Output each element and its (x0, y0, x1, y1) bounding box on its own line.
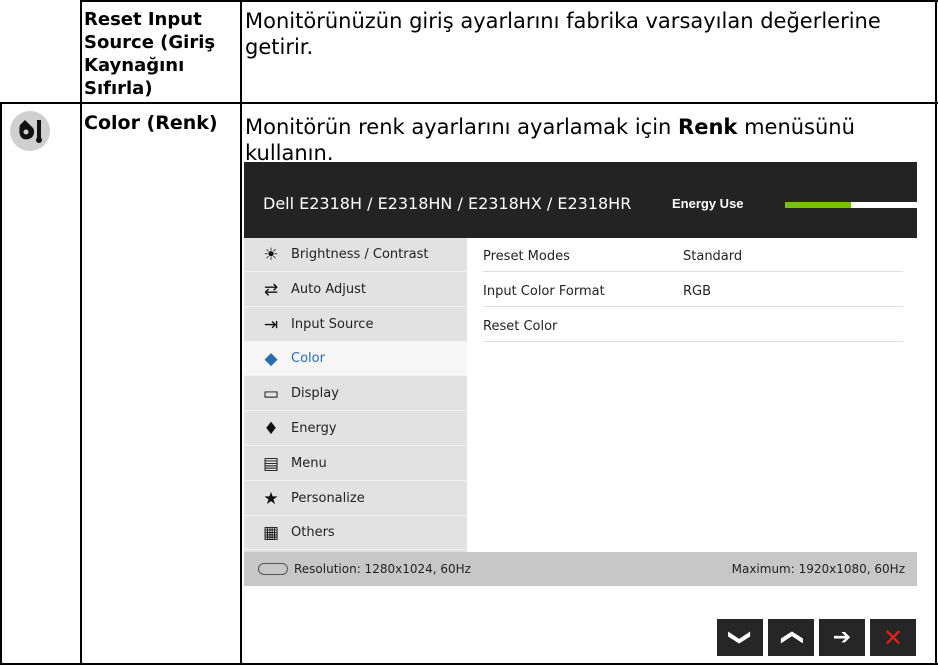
menu-icon: ▤ (262, 453, 280, 474)
chevron-down-icon: ❯ (727, 628, 753, 647)
desc-text: menüsünü (744, 115, 855, 139)
up-button[interactable]: ❯ (768, 619, 814, 656)
setting-row-reset-color[interactable]: Reset Color (483, 308, 903, 342)
document-table: Reset Input Source (Giriş Kaynağını Sıfı… (0, 0, 938, 665)
display-icon: ▭ (262, 384, 280, 405)
table-rule (240, 0, 242, 665)
desc-line: Monitörün renk ayarlarını ayarlamak için… (245, 114, 930, 140)
table-rule (0, 102, 938, 104)
color-icon: ◆ (264, 349, 278, 370)
menu-item-label: Others (291, 525, 335, 541)
desc-bold-text: Renk (678, 115, 738, 139)
table-rule (935, 0, 937, 665)
brightness-icon: ☀ (263, 245, 279, 265)
setting-name: Input Color Format (483, 284, 605, 299)
menu-item-label: Input Source (291, 316, 374, 332)
vga-connector-icon (258, 563, 288, 575)
menu-item-label: Brightness / Contrast (291, 247, 429, 262)
energy-use-label: Energy Use (672, 196, 744, 211)
osd-main-menu: ☀ Brightness / Contrast ⇄ Auto Adjust ⇥ Input… (244, 238, 467, 552)
arrow-right-icon: ➔ (832, 625, 852, 650)
setting-value: Standard (683, 249, 743, 264)
name-line: Sıfırla) (84, 78, 153, 99)
color-icon (10, 111, 50, 151)
setting-name: Reset Color (483, 319, 558, 334)
row-name-color: Color (Renk) (84, 112, 218, 134)
energy-use-fill (785, 202, 851, 208)
energy-icon: ♦ (263, 419, 279, 439)
name-line: Kaynağını (84, 55, 185, 76)
menu-item-display[interactable]: ▭ Display (244, 377, 467, 412)
table-rule (0, 102, 2, 665)
desc-text: Monitörün renk ayarlarını ayarlamak için (245, 115, 672, 139)
menu-item-label: Auto Adjust (291, 281, 366, 297)
chevron-up-icon: ❯ (778, 628, 804, 647)
menu-item-color[interactable]: ◆ Color (244, 342, 467, 377)
osd-title: Dell E2318H / E2318HN / E2318HX / E2318H… (263, 194, 632, 213)
table-rule (80, 0, 938, 2)
star-icon: ★ (263, 488, 279, 509)
enter-button[interactable]: ➔ (819, 619, 865, 656)
menu-item-auto-adjust[interactable]: ⇄ Auto Adjust (244, 273, 467, 307)
osd-menu: Dell E2318H / E2318HN / E2318HX / E2318H… (244, 162, 917, 662)
energy-use-meter (785, 202, 917, 208)
menu-item-label: Energy (291, 421, 337, 436)
name-line: Reset Input (84, 9, 202, 30)
close-icon: ✕ (882, 623, 904, 652)
menu-item-menu[interactable]: ▤ Menu (244, 447, 467, 481)
down-button[interactable]: ❯ (717, 619, 763, 656)
desc-line: Monitörünüzün giriş ayarlarını fabrika v… (245, 9, 881, 33)
others-icon: ▦ (262, 523, 280, 544)
osd-button-bar: ❯ ❯ ➔ ✕ (717, 619, 917, 656)
osd-submenu: Preset Modes Standard Input Color Format RG… (467, 238, 917, 552)
resolution-text: Resolution: 1280x1024, 60Hz (294, 562, 471, 576)
menu-item-personalize[interactable]: ★ Personalize (244, 482, 467, 516)
osd-header: Dell E2318H / E2318HN / E2318HX / E2318H… (244, 162, 917, 238)
menu-item-label: Personalize (291, 490, 365, 506)
auto-adjust-icon: ⇄ (263, 279, 279, 300)
table-rule (80, 0, 82, 665)
maximum-resolution-text: Maximum: 1920x1080, 60Hz (731, 562, 905, 576)
setting-value: RGB (683, 284, 712, 299)
setting-name: Preset Modes (483, 249, 570, 264)
row-desc-reset-input-source: Monitörünüzün giriş ayarlarını fabrika v… (245, 8, 930, 60)
menu-item-label: Display (291, 386, 339, 402)
desc-line: getirir. (245, 35, 314, 59)
osd-footer: Resolution: 1280x1024, 60Hz Maximum: 192… (244, 552, 917, 586)
menu-item-energy[interactable]: ♦ Energy (244, 412, 467, 446)
row-desc-color: Monitörün renk ayarlarını ayarlamak için… (245, 114, 930, 166)
menu-item-label: Menu (291, 455, 327, 471)
menu-item-brightness-contrast[interactable]: ☀ Brightness / Contrast (244, 238, 467, 272)
setting-row-preset-modes[interactable]: Preset Modes Standard (483, 238, 903, 272)
menu-item-others[interactable]: ▦ Others (244, 516, 467, 551)
input-source-icon: ⇥ (263, 314, 279, 335)
setting-row-input-color-format[interactable]: Input Color Format RGB (483, 273, 903, 307)
menu-item-input-source[interactable]: ⇥ Input Source (244, 308, 467, 342)
menu-item-label: Color (291, 351, 325, 367)
row-name-reset-input-source: Reset Input Source (Giriş Kaynağını Sıfı… (84, 8, 234, 100)
exit-button[interactable]: ✕ (870, 619, 916, 656)
name-line: Source (Giriş (84, 32, 216, 53)
